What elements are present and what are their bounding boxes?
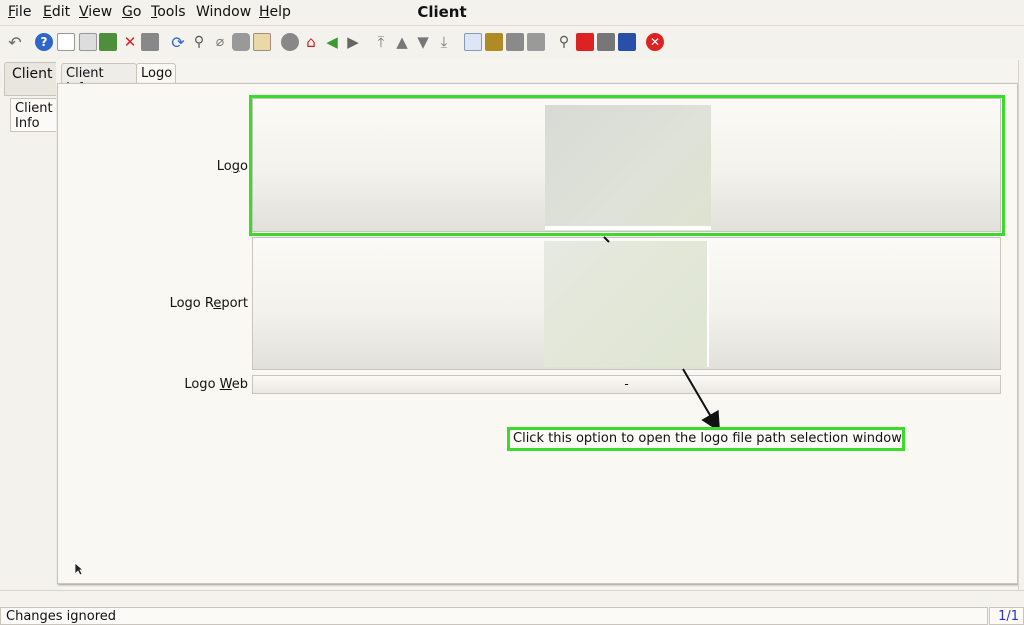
callout-arrows [603,236,721,433]
arrow-segment-lower [682,368,721,433]
status-message: Changes ignored [0,607,988,625]
arrow-segment-upper [603,236,610,243]
mouse-cursor-icon [74,562,84,576]
annotation-callout: Click this option to open the logo file … [507,427,905,451]
record-count[interactable]: 1/1 [989,607,1024,625]
status-area [0,590,1024,606]
